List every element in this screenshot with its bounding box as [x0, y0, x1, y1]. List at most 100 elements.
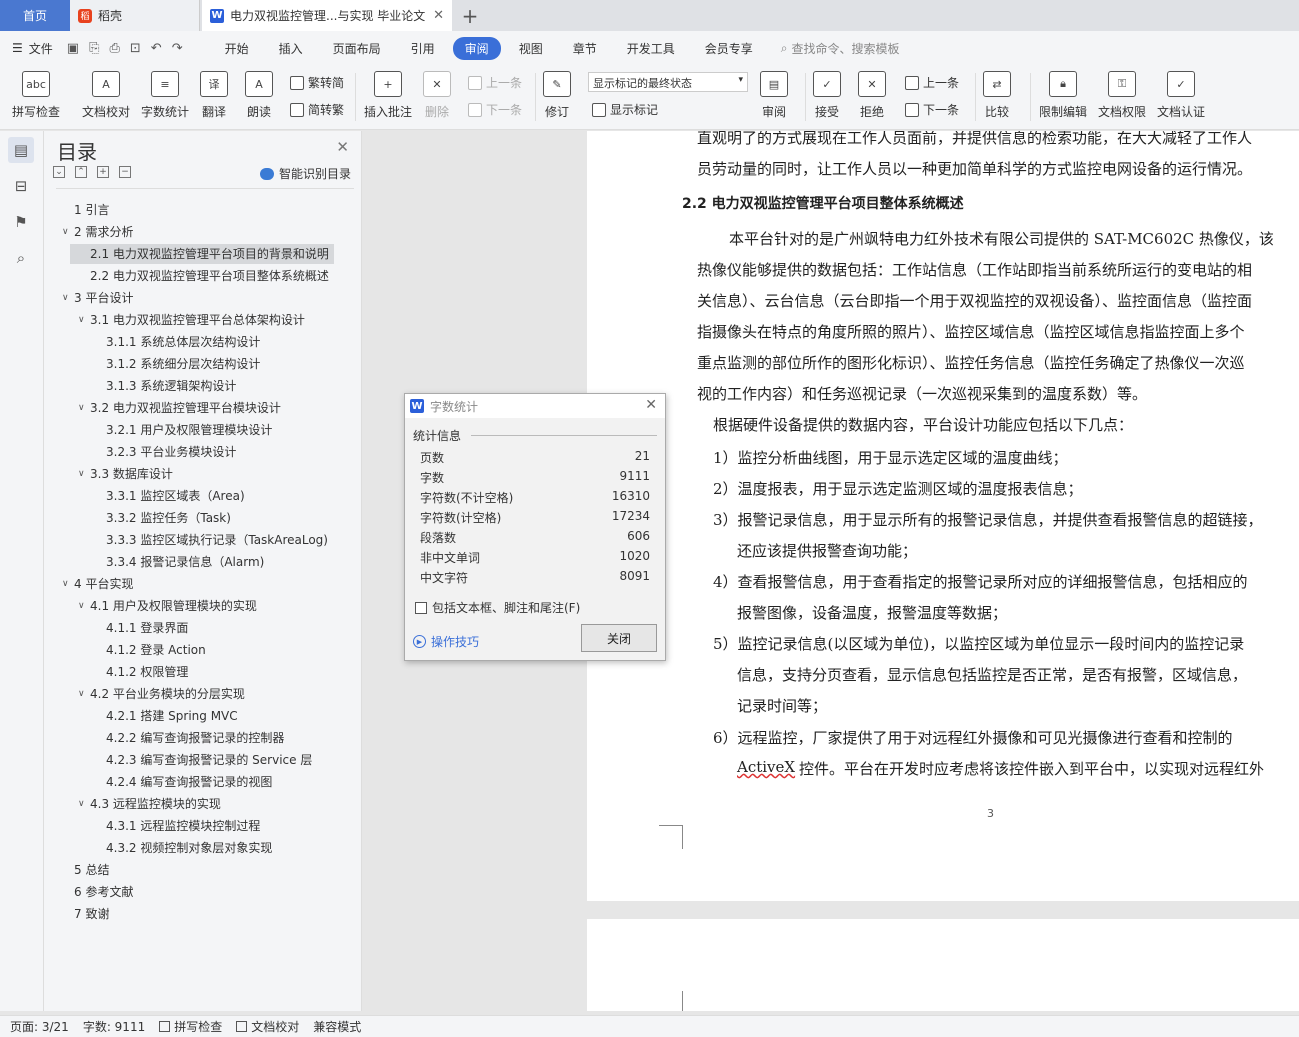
- toc-item[interactable]: 4.1 用户及权限管理模块的实现: [90, 596, 332, 616]
- menu-member[interactable]: 会员专享: [693, 37, 765, 60]
- menu-developer[interactable]: 开发工具: [615, 37, 687, 60]
- toc-item[interactable]: 3.3.2 监控任务（Task): [106, 508, 332, 528]
- prev-comment-button[interactable]: 上一条: [468, 74, 522, 91]
- toc-item[interactable]: 3.3.1 监控区域表（Area): [106, 486, 332, 506]
- trad-to-simp-button[interactable]: 繁转简: [290, 74, 344, 91]
- collapse-all-icon[interactable]: ⌄: [53, 166, 65, 178]
- tab-document[interactable]: W 电力双视监控管理...与实现 毕业论文 ✕: [202, 0, 452, 31]
- tab-daoke[interactable]: 稻稻壳: [70, 0, 200, 31]
- tab-home[interactable]: 首页: [0, 0, 70, 31]
- chevron-down-icon[interactable]: ∨: [78, 464, 85, 484]
- chevron-down-icon[interactable]: ∨: [78, 310, 85, 330]
- delete-comment-button[interactable]: ✕ 删除: [423, 71, 451, 120]
- toc-item[interactable]: 7 致谢: [74, 904, 332, 924]
- accept-button[interactable]: ✓ 接受: [813, 71, 841, 120]
- word-count-button[interactable]: ≡ 字数统计: [141, 71, 189, 120]
- markup-state-select[interactable]: 显示标记的最终状态 ▾: [588, 72, 748, 92]
- menu-chapter[interactable]: 章节: [561, 37, 609, 60]
- undo-icon[interactable]: ↶: [151, 41, 162, 56]
- toc-item[interactable]: 4.3 远程监控模块的实现: [90, 794, 332, 814]
- toc-item[interactable]: 4.2.3 编写查询报警记录的 Service 层: [106, 750, 332, 770]
- dialog-titlebar[interactable]: W 字数统计: [405, 394, 665, 418]
- bookmark-icon[interactable]: ⚑: [8, 209, 34, 235]
- restrict-edit-button[interactable]: 🔒︎ 限制编辑: [1039, 71, 1087, 120]
- chevron-down-icon[interactable]: ∨: [78, 794, 85, 814]
- toc-item[interactable]: 3.2.3 平台业务模块设计: [106, 442, 332, 462]
- review-pane-button[interactable]: ▤ 审阅: [760, 71, 788, 120]
- tips-link[interactable]: ▶ 操作技巧: [413, 633, 479, 650]
- include-textbox-checkbox[interactable]: 包括文本框、脚注和尾注(F): [415, 599, 580, 616]
- doc-cert-button[interactable]: ✓ 文档认证: [1157, 71, 1205, 120]
- simp-to-trad-button[interactable]: 简转繁: [290, 101, 344, 118]
- chevron-down-icon[interactable]: ∨: [78, 398, 85, 418]
- file-menu[interactable]: ☰ 文件: [12, 40, 53, 57]
- toc-item[interactable]: 3.1.2 系统细分层次结构设计: [106, 354, 332, 374]
- toc-item[interactable]: 4.2.4 编写查询报警记录的视图: [106, 772, 332, 792]
- toc-item[interactable]: 3 平台设计: [74, 288, 332, 308]
- toc-item[interactable]: 4.2 平台业务模块的分层实现: [90, 684, 332, 704]
- translate-button[interactable]: 译翻译: [200, 71, 228, 120]
- toc-item[interactable]: 4.1.1 登录界面: [106, 618, 332, 638]
- read-aloud-button[interactable]: A 朗读: [245, 71, 273, 120]
- toc-item[interactable]: 4.2.2 编写查询报警记录的控制器: [106, 728, 332, 748]
- next-change-button[interactable]: 下一条: [905, 101, 959, 118]
- toc-item[interactable]: 1 引言: [74, 200, 332, 220]
- menu-review[interactable]: 审阅: [452, 36, 501, 60]
- chevron-down-icon[interactable]: ∨: [62, 574, 69, 594]
- toc-item[interactable]: 3.1.3 系统逻辑架构设计: [106, 376, 332, 396]
- toc-item[interactable]: 3.3.4 报警记录信息（Alarm): [106, 552, 332, 572]
- chevron-down-icon[interactable]: ∨: [62, 222, 69, 242]
- menu-start[interactable]: 开始: [213, 37, 261, 60]
- chevron-down-icon[interactable]: ∨: [62, 288, 69, 308]
- smart-toc-button[interactable]: 智能识别目录: [259, 165, 351, 182]
- checkbox-box[interactable]: [415, 601, 427, 614]
- new-tab-button[interactable]: +: [452, 0, 488, 31]
- close-icon[interactable]: ✕: [645, 397, 657, 413]
- chapter-nav-icon[interactable]: ⊟: [8, 173, 34, 199]
- insert-comment-button[interactable]: + 插入批注: [364, 71, 412, 120]
- toc-item[interactable]: 4 平台实现: [74, 574, 332, 594]
- command-search[interactable]: ⌕ 查找命令、搜索模板: [781, 40, 900, 57]
- toc-item[interactable]: 4.1.2 登录 Action: [106, 640, 332, 660]
- toc-item[interactable]: 5 总结: [74, 860, 332, 880]
- doc-rights-button[interactable]: ⚿ 文档权限: [1098, 71, 1146, 120]
- menu-layout[interactable]: 页面布局: [321, 37, 393, 60]
- close-tab-icon[interactable]: ✕: [433, 8, 444, 23]
- status-words[interactable]: 字数: 9111: [83, 1018, 145, 1035]
- toc-item[interactable]: 3.2 电力双视监控管理平台模块设计: [90, 398, 332, 418]
- status-spell-check[interactable]: 拼写检查: [159, 1018, 222, 1035]
- toc-item[interactable]: 2.2 电力双视监控管理平台项目整体系统概述: [90, 266, 332, 286]
- expand-all-icon[interactable]: ⌃: [75, 166, 87, 178]
- toc-item[interactable]: 2.1 电力双视监控管理平台项目的背景和说明: [70, 244, 334, 264]
- close-button[interactable]: 关闭: [581, 624, 657, 652]
- preview-icon[interactable]: ⊡: [130, 41, 141, 56]
- proof-button[interactable]: A 文档校对: [82, 71, 130, 120]
- toc-item[interactable]: 4.2.1 搭建 Spring MVC: [106, 706, 332, 726]
- redo-icon[interactable]: ↷: [172, 41, 183, 56]
- toc-item[interactable]: 3.1 电力双视监控管理平台总体架构设计: [90, 310, 332, 330]
- toc-item[interactable]: 3.2.1 用户及权限管理模块设计: [106, 420, 332, 440]
- reject-button[interactable]: ✕ 拒绝: [858, 71, 886, 120]
- export-icon[interactable]: ⎘: [89, 41, 99, 56]
- search-icon[interactable]: ⌕: [8, 245, 34, 271]
- chevron-down-icon[interactable]: ∨: [78, 684, 85, 704]
- toc-item[interactable]: 3.1.1 系统总体层次结构设计: [106, 332, 332, 352]
- print-icon[interactable]: ⎙: [109, 41, 119, 56]
- toc-item[interactable]: 4.3.1 远程监控模块控制过程: [106, 816, 332, 836]
- add-heading-icon[interactable]: +: [97, 166, 109, 178]
- remove-heading-icon[interactable]: −: [119, 166, 131, 178]
- toc-item[interactable]: 3.3 数据库设计: [90, 464, 332, 484]
- show-markup-button[interactable]: 显示标记: [592, 101, 658, 118]
- next-comment-button[interactable]: 下一条: [468, 101, 522, 118]
- status-proof[interactable]: 文档校对: [236, 1018, 299, 1035]
- toc-item[interactable]: 4.1.2 权限管理: [106, 662, 332, 682]
- status-page[interactable]: 页面: 3/21: [10, 1018, 69, 1035]
- prev-change-button[interactable]: 上一条: [905, 74, 959, 91]
- toc-item[interactable]: 4.3.2 视频控制对象层对象实现: [106, 838, 332, 858]
- track-changes-button[interactable]: ✎ 修订: [543, 71, 571, 120]
- toc-nav-icon[interactable]: ▤: [8, 137, 34, 163]
- save-icon[interactable]: ▣: [67, 41, 79, 56]
- compare-button[interactable]: ⇄ 比较: [983, 71, 1011, 120]
- chevron-down-icon[interactable]: ∨: [78, 596, 85, 616]
- close-icon[interactable]: ✕: [336, 138, 349, 156]
